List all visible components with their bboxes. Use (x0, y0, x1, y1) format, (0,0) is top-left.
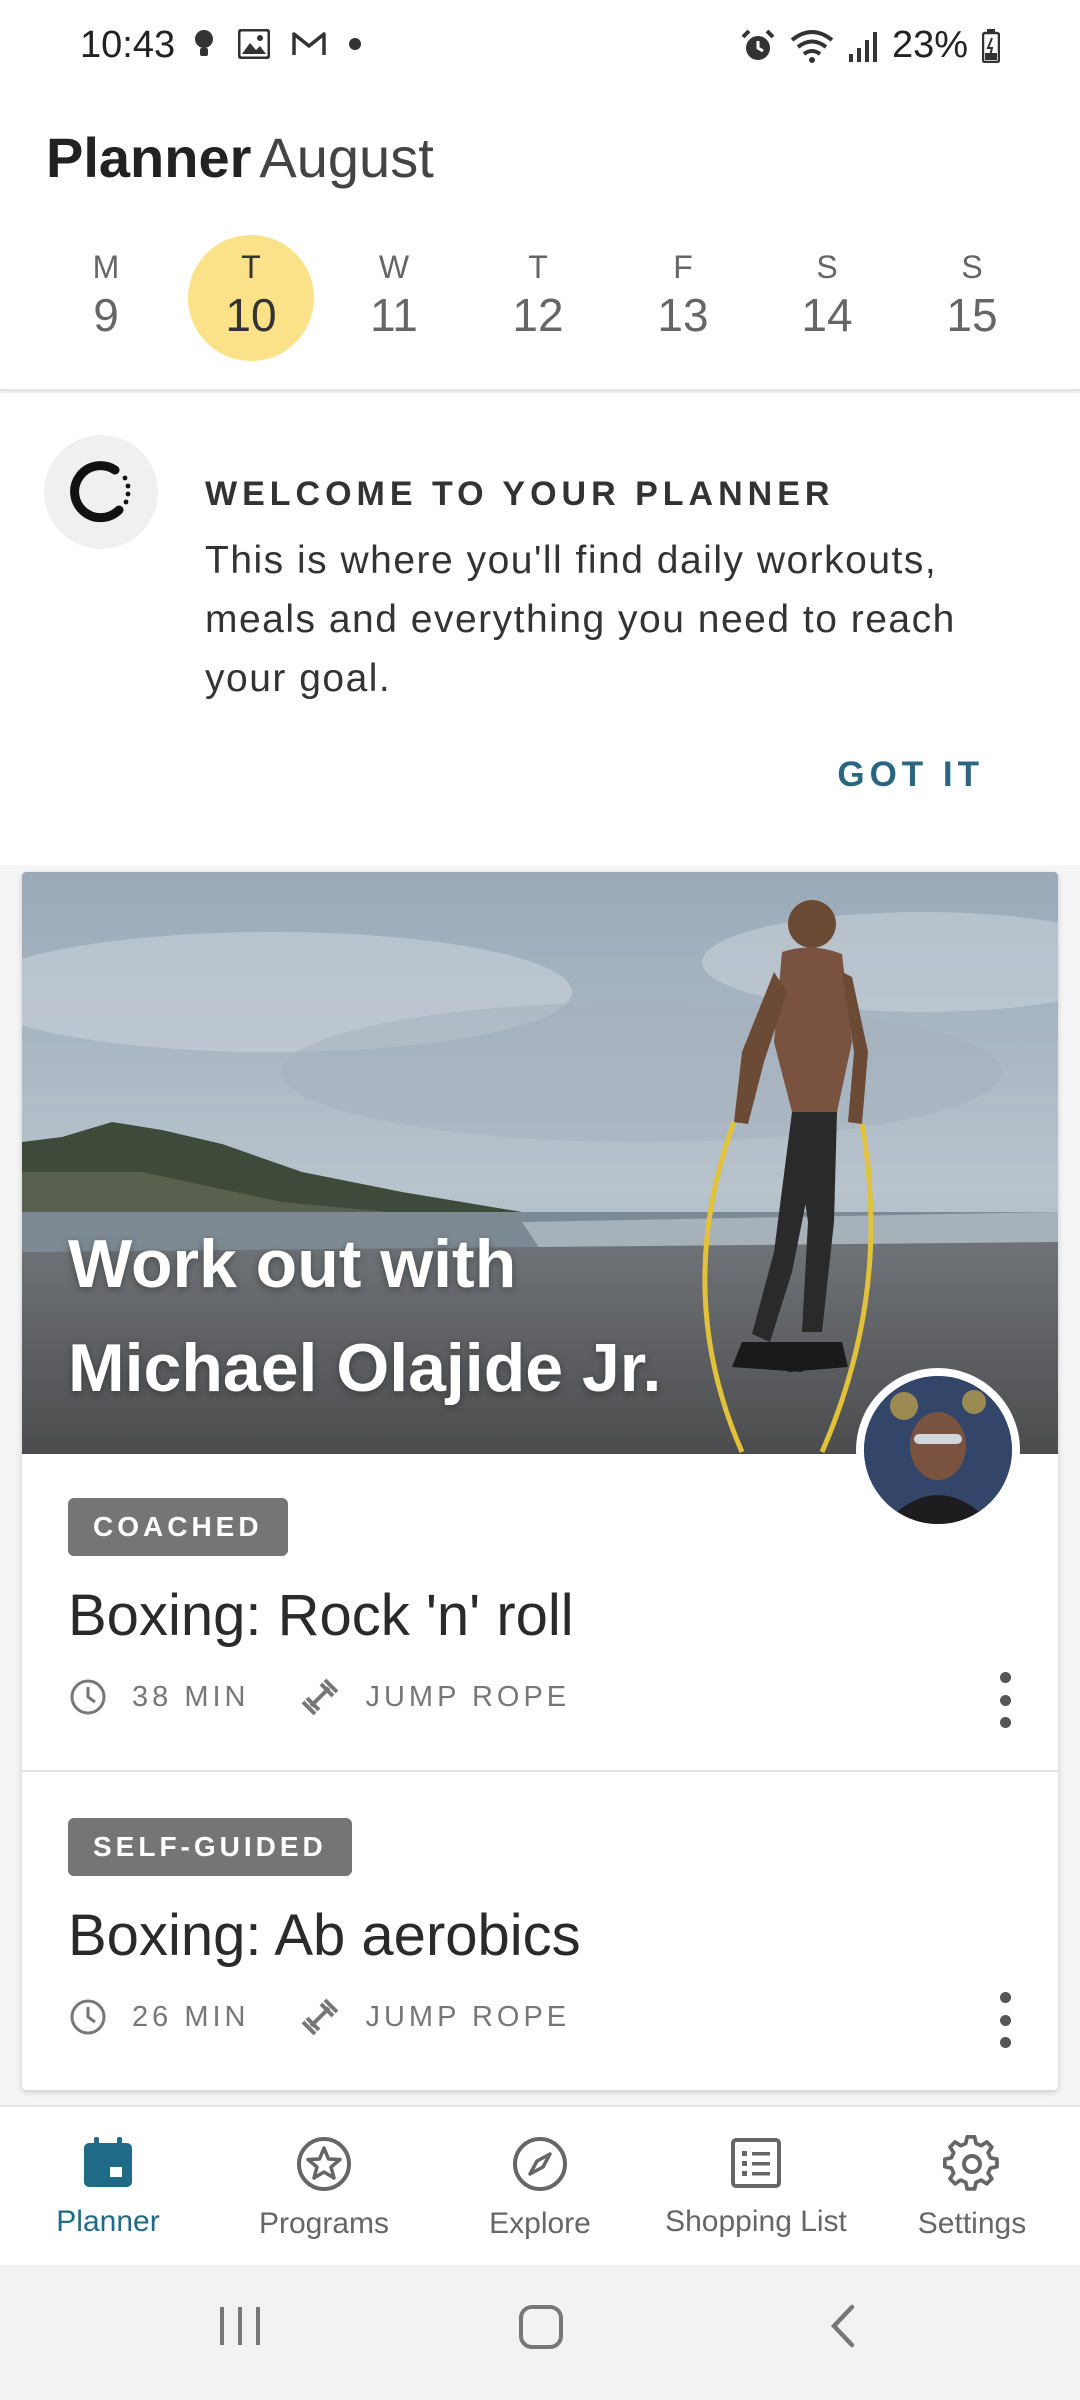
workout-meta: 26 MIN JUMP ROPE (68, 1996, 620, 2038)
day-letter: M (92, 249, 120, 285)
nav-label: Settings (917, 2207, 1027, 2240)
nav-programs[interactable]: Programs (216, 2107, 432, 2265)
got-it-button[interactable]: GOT IT (837, 755, 984, 795)
day-mon[interactable]: M9 (43, 235, 169, 361)
coach-avatar[interactable] (856, 1368, 1020, 1532)
home-icon[interactable] (518, 2301, 564, 2351)
wifi-icon (790, 29, 834, 63)
workout-item[interactable]: SELF-GUIDED Boxing: Ab aerobics 26 MIN J… (22, 1774, 1058, 2090)
workout-equipment: JUMP ROPE (365, 2000, 571, 2033)
more-options-icon[interactable] (990, 1672, 1020, 1728)
day-number: 11 (370, 289, 418, 341)
bulb-notification-icon (195, 30, 213, 56)
workout-meta: 38 MIN JUMP ROPE (68, 1676, 620, 1718)
nav-label: Programs (258, 2207, 390, 2240)
battery-percent: 23% (891, 24, 968, 66)
clock-icon (68, 1677, 108, 1717)
nav-explore[interactable]: Explore (432, 2107, 648, 2265)
more-options-icon[interactable] (990, 1992, 1020, 2048)
day-letter: F (673, 249, 693, 285)
alarm-icon (741, 29, 775, 60)
day-wed[interactable]: W 11 (331, 235, 457, 361)
status-bar: 10:43 23% (0, 0, 1080, 95)
workout-card: Work out with Michael Olajide Jr. COACHE… (22, 872, 1058, 2090)
day-letter: S (816, 249, 838, 285)
hero-image[interactable]: Work out with Michael Olajide Jr. (22, 872, 1058, 1454)
compass-icon (513, 2137, 567, 2191)
nav-label: Planner (56, 2205, 160, 2238)
nav-label: Explore (489, 2207, 591, 2240)
day-sat[interactable]: S 14 (764, 235, 890, 361)
star-badge-icon (297, 2137, 351, 2191)
bottom-navigation: Planner Programs Explore Shopping List S… (0, 2105, 1080, 2265)
week-strip: M9 T 10 W 11 T 12 F 13 S 14 S 15 (0, 235, 1080, 365)
battery-icon (982, 28, 1000, 63)
workout-duration: 26 MIN (132, 2000, 250, 2033)
dot-icon (349, 38, 361, 50)
day-number: 9 (93, 289, 119, 341)
nav-shopping-list[interactable]: Shopping List (648, 2107, 864, 2265)
day-letter: T (241, 249, 261, 285)
welcome-body: This is where you'll find daily workouts… (205, 539, 956, 700)
signal-icon (848, 31, 877, 62)
calendar-icon (84, 2137, 132, 2187)
clock-icon (68, 1997, 108, 2037)
day-number: 15 (946, 289, 998, 341)
day-number: 13 (657, 289, 709, 341)
day-thu[interactable]: T 12 (475, 235, 601, 361)
day-number: 14 (801, 289, 853, 341)
dumbbell-icon (299, 1996, 341, 2038)
hero-title: Work out with Michael Olajide Jr. (68, 1226, 662, 1406)
welcome-card: WELCOME TO YOUR PLANNER This is where yo… (0, 393, 1080, 865)
nav-settings[interactable]: Settings (864, 2107, 1080, 2265)
back-icon[interactable] (826, 2301, 860, 2351)
day-tue-selected[interactable]: T 10 (188, 235, 314, 361)
day-letter: W (378, 249, 410, 285)
page-title: Planner August (46, 125, 434, 190)
system-navigation-bar (0, 2265, 1080, 2400)
gear-icon (943, 2135, 999, 2191)
day-fri[interactable]: F 13 (620, 235, 746, 361)
workout-title: Boxing: Rock 'n' roll (68, 1583, 574, 1648)
workout-title: Boxing: Ab aerobics (68, 1903, 581, 1968)
page-title-text: Planner (46, 126, 252, 189)
workout-duration: 38 MIN (132, 1680, 250, 1713)
list-icon (731, 2138, 781, 2188)
day-sun[interactable]: S 15 (909, 235, 1035, 361)
status-time: 10:43 (80, 24, 176, 66)
nav-planner[interactable]: Planner (0, 2107, 216, 2265)
gallery-notification-icon (238, 29, 270, 59)
planner-header: Planner August M9 T 10 W 11 T 12 F 13 S 14 S 15 (0, 95, 1080, 391)
day-letter: T (528, 249, 548, 285)
coach-photo (864, 1376, 1012, 1524)
day-letter: S (961, 249, 983, 285)
day-number: 10 (225, 289, 277, 341)
day-number: 12 (512, 289, 564, 341)
recent-apps-icon[interactable] (218, 2301, 262, 2351)
coached-badge: COACHED (68, 1498, 288, 1556)
gmail-notification-icon (292, 32, 326, 55)
app-logo-icon (70, 461, 131, 523)
workout-equipment: JUMP ROPE (365, 1680, 571, 1713)
month-label: August (259, 126, 434, 189)
app-logo (44, 435, 158, 549)
self-guided-badge: SELF-GUIDED (68, 1818, 352, 1876)
welcome-heading: WELCOME TO YOUR PLANNER (205, 475, 835, 513)
nav-label: Shopping List (665, 2205, 847, 2238)
dumbbell-icon (299, 1676, 341, 1718)
